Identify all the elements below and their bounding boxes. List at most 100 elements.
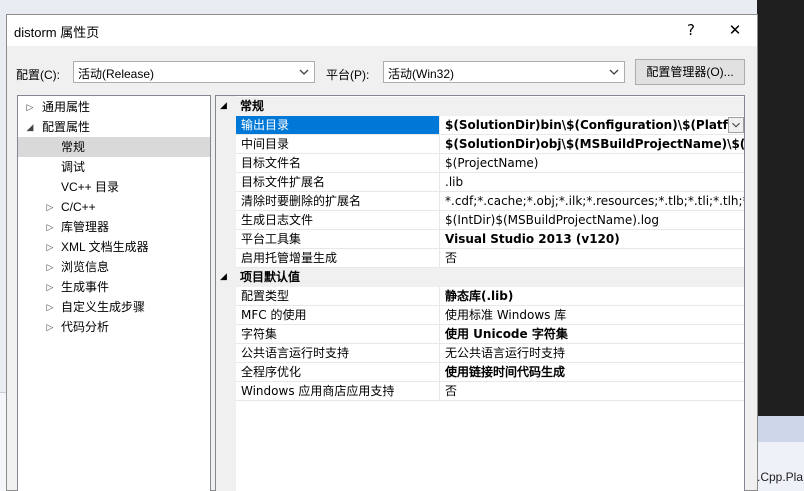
property-value[interactable]: 静态库(.lib) bbox=[445, 287, 744, 305]
property-row-config-type[interactable]: 配置类型 静态库(.lib) bbox=[236, 287, 744, 306]
property-row-platform-toolset[interactable]: 平台工具集 Visual Studio 2013 (v120) bbox=[236, 230, 744, 249]
tree-item-librarian[interactable]: ▷ 库管理器 bbox=[18, 217, 210, 237]
expand-arrow-icon[interactable]: ▷ bbox=[44, 197, 56, 217]
expand-arrow-icon[interactable]: ▷ bbox=[44, 317, 56, 337]
platform-combo[interactable]: 活动(Win32) bbox=[383, 61, 625, 83]
tree-item-label: 代码分析 bbox=[61, 320, 110, 334]
tree-item-label: 通用属性 bbox=[42, 100, 91, 114]
tree-item-label: XML 文档生成器 bbox=[61, 240, 149, 254]
property-name: 公共语言运行时支持 bbox=[236, 344, 440, 362]
property-value[interactable]: 否 bbox=[445, 249, 744, 267]
property-row-clean-ext[interactable]: 清除时要删除的扩展名 *.cdf;*.cache;*.obj;*.ilk;*.r… bbox=[236, 192, 744, 211]
chevron-down-icon bbox=[609, 69, 619, 75]
property-name: 中间目录 bbox=[236, 135, 440, 153]
property-name: 输出目录 bbox=[236, 116, 440, 134]
tree-item-vc-directories[interactable]: VC++ 目录 bbox=[18, 177, 210, 197]
property-name: MFC 的使用 bbox=[236, 306, 440, 324]
property-value[interactable]: 使用 Unicode 字符集 bbox=[445, 325, 744, 343]
tree-item-label: 生成事件 bbox=[61, 280, 110, 294]
category-label: 常规 bbox=[240, 99, 265, 113]
property-row-charset[interactable]: 字符集 使用 Unicode 字符集 bbox=[236, 325, 744, 344]
property-value[interactable]: 无公共语言运行时支持 bbox=[445, 344, 744, 362]
config-label: 配置(C): bbox=[16, 68, 60, 82]
property-row-build-log[interactable]: 生成日志文件 $(IntDir)$(MSBuildProjectName).lo… bbox=[236, 211, 744, 230]
tree-item-label: 常规 bbox=[61, 140, 86, 154]
tree-item-common-properties[interactable]: ▷ 通用属性 bbox=[18, 97, 210, 117]
tree-item-label: VC++ 目录 bbox=[61, 180, 120, 194]
property-row-target-ext[interactable]: 目标文件扩展名 .lib bbox=[236, 173, 744, 192]
collapse-arrow-icon[interactable]: ◢ bbox=[24, 117, 36, 137]
ide-right-panel bbox=[757, 0, 804, 491]
property-row-mfc-use[interactable]: MFC 的使用 使用标准 Windows 库 bbox=[236, 306, 744, 325]
property-name: 目标文件扩展名 bbox=[236, 173, 440, 191]
property-row-target-name[interactable]: 目标文件名 $(ProjectName) bbox=[236, 154, 744, 173]
property-grid: ◢ 常规 输出目录 $(SolutionDir)bin\$(Configurat… bbox=[215, 95, 745, 491]
collapse-arrow-icon[interactable]: ◢ bbox=[220, 97, 227, 116]
chevron-down-icon[interactable] bbox=[728, 117, 744, 133]
property-pages-dialog: distorm 属性页 ? ✕ 配置(C): 活动(Release) 平台(P)… bbox=[6, 14, 758, 491]
expand-arrow-icon[interactable]: ▷ bbox=[44, 217, 56, 237]
platform-value: 活动(Win32) bbox=[388, 67, 455, 81]
property-value[interactable]: 否 bbox=[445, 382, 744, 400]
tree-item-config-properties[interactable]: ◢ 配置属性 bbox=[18, 117, 210, 137]
tree-item-label: C/C++ bbox=[61, 200, 96, 214]
tree-item-label: 调试 bbox=[61, 160, 86, 174]
property-row-managed-incremental[interactable]: 启用托管增量生成 否 bbox=[236, 249, 744, 268]
close-button[interactable]: ✕ bbox=[723, 20, 747, 40]
property-value[interactable]: $(SolutionDir)bin\$(Configuration)\$(Pla… bbox=[445, 116, 744, 134]
category-project-defaults[interactable]: ◢ 项目默认值 bbox=[216, 268, 744, 287]
property-row-output-dir[interactable]: 输出目录 $(SolutionDir)bin\$(Configuration)\… bbox=[236, 116, 744, 135]
property-row-clr-support[interactable]: 公共语言运行时支持 无公共语言运行时支持 bbox=[236, 344, 744, 363]
expand-arrow-icon[interactable]: ▷ bbox=[44, 277, 56, 297]
tree-item-debugging[interactable]: 调试 bbox=[18, 157, 210, 177]
expand-arrow-icon[interactable]: ▷ bbox=[44, 237, 56, 257]
tree-item-browse-info[interactable]: ▷ 浏览信息 bbox=[18, 257, 210, 277]
chevron-down-icon bbox=[299, 69, 309, 75]
platform-label: 平台(P): bbox=[326, 68, 370, 82]
property-row-whole-program-opt[interactable]: 全程序优化 使用链接时间代码生成 bbox=[236, 363, 744, 382]
grid-gutter bbox=[216, 96, 236, 491]
property-name: 配置类型 bbox=[236, 287, 440, 305]
tree-item-code-analysis[interactable]: ▷ 代码分析 bbox=[18, 317, 210, 337]
config-manager-button[interactable]: 配置管理器(O)... bbox=[635, 59, 745, 85]
property-name: 字符集 bbox=[236, 325, 440, 343]
tree-item-general[interactable]: 常规 bbox=[18, 137, 210, 157]
property-name: 全程序优化 bbox=[236, 363, 440, 381]
config-value: 活动(Release) bbox=[78, 67, 155, 81]
property-name: Windows 应用商店应用支持 bbox=[236, 382, 440, 400]
collapse-arrow-icon[interactable]: ◢ bbox=[220, 268, 227, 287]
help-button[interactable]: ? bbox=[679, 20, 703, 40]
expand-arrow-icon[interactable]: ▷ bbox=[44, 297, 56, 317]
property-value[interactable]: *.cdf;*.cache;*.obj;*.ilk;*.resources;*.… bbox=[445, 192, 744, 210]
property-value[interactable]: Visual Studio 2013 (v120) bbox=[445, 230, 744, 248]
tree-item-custom-build-step[interactable]: ▷ 自定义生成步骤 bbox=[18, 297, 210, 317]
tree-item-label: 浏览信息 bbox=[61, 260, 110, 274]
tree-item-label: 库管理器 bbox=[61, 220, 110, 234]
tree-item-label: 配置属性 bbox=[42, 120, 91, 134]
category-label: 项目默认值 bbox=[240, 270, 301, 284]
tree-item-c-cpp[interactable]: ▷ C/C++ bbox=[18, 197, 210, 217]
property-name: 启用托管增量生成 bbox=[236, 249, 440, 267]
config-combo[interactable]: 活动(Release) bbox=[73, 61, 315, 83]
expand-arrow-icon[interactable]: ▷ bbox=[44, 257, 56, 277]
property-value[interactable]: 使用链接时间代码生成 bbox=[445, 363, 744, 381]
expand-arrow-icon[interactable]: ▷ bbox=[24, 97, 36, 117]
property-value[interactable]: $(IntDir)$(MSBuildProjectName).log bbox=[445, 211, 744, 229]
category-general[interactable]: ◢ 常规 bbox=[216, 97, 744, 116]
tree-item-xml-doc-generator[interactable]: ▷ XML 文档生成器 bbox=[18, 237, 210, 257]
tree-item-build-events[interactable]: ▷ 生成事件 bbox=[18, 277, 210, 297]
property-value[interactable]: $(SolutionDir)obj\$(MSBuildProjectName)\… bbox=[445, 135, 744, 153]
property-value[interactable]: $(ProjectName) bbox=[445, 154, 744, 172]
property-row-intermediate-dir[interactable]: 中间目录 $(SolutionDir)obj\$(MSBuildProjectN… bbox=[236, 135, 744, 154]
property-row-windows-store[interactable]: Windows 应用商店应用支持 否 bbox=[236, 382, 744, 401]
dialog-title: distorm 属性页 bbox=[14, 25, 100, 40]
property-name: 目标文件名 bbox=[236, 154, 440, 172]
property-name: 平台工具集 bbox=[236, 230, 440, 248]
tree-item-label: 自定义生成步骤 bbox=[61, 300, 146, 314]
property-tree: ▷ 通用属性 ◢ 配置属性 常规 调试 VC++ 目录 ▷ C/C++ ▷ 库管… bbox=[17, 95, 211, 491]
property-value[interactable]: 使用标准 Windows 库 bbox=[445, 306, 744, 324]
property-name: 生成日志文件 bbox=[236, 211, 440, 229]
ide-background-text: .Cpp.Pla bbox=[757, 470, 804, 484]
property-name: 清除时要删除的扩展名 bbox=[236, 192, 440, 210]
property-value[interactable]: .lib bbox=[445, 173, 744, 191]
